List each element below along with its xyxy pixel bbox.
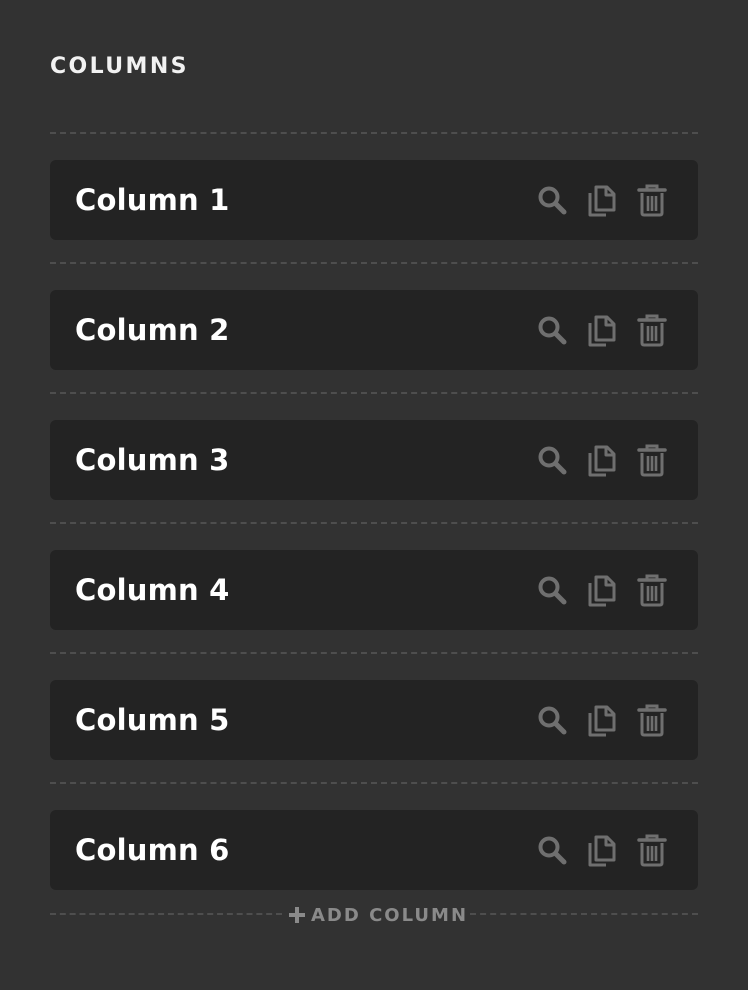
row-actions: [534, 312, 670, 348]
search-icon[interactable]: [534, 312, 570, 348]
row-actions: [534, 702, 670, 738]
copy-icon[interactable]: [584, 312, 620, 348]
trash-icon[interactable]: [634, 182, 670, 218]
search-icon[interactable]: [534, 702, 570, 738]
divider: [50, 782, 698, 784]
column-label: Column 3: [75, 443, 230, 477]
add-column-button[interactable]: ADD COLUMN: [288, 903, 468, 927]
copy-icon[interactable]: [584, 442, 620, 478]
add-column-label: ADD COLUMN: [311, 904, 469, 926]
search-icon[interactable]: [534, 832, 570, 868]
search-icon[interactable]: [534, 442, 570, 478]
copy-icon[interactable]: [584, 702, 620, 738]
divider: [50, 652, 698, 654]
section-title: COLUMNS: [50, 54, 189, 79]
row-actions: [534, 572, 670, 608]
divider: [470, 913, 698, 915]
add-column-row: ADD COLUMN: [50, 903, 698, 927]
search-icon[interactable]: [534, 572, 570, 608]
row-actions: [534, 182, 670, 218]
column-row-5[interactable]: Column 5: [50, 680, 698, 760]
column-label: Column 2: [75, 313, 230, 347]
trash-icon[interactable]: [634, 832, 670, 868]
column-label: Column 5: [75, 703, 230, 737]
plus-icon: [289, 907, 305, 923]
column-row-6[interactable]: Column 6: [50, 810, 698, 890]
column-label: Column 1: [75, 183, 230, 217]
row-actions: [534, 442, 670, 478]
copy-icon[interactable]: [584, 572, 620, 608]
column-row-2[interactable]: Column 2: [50, 290, 698, 370]
column-label: Column 6: [75, 833, 230, 867]
trash-icon[interactable]: [634, 572, 670, 608]
copy-icon[interactable]: [584, 832, 620, 868]
trash-icon[interactable]: [634, 702, 670, 738]
divider: [50, 392, 698, 394]
divider: [50, 913, 282, 915]
column-row-1[interactable]: Column 1: [50, 160, 698, 240]
divider: [50, 132, 698, 134]
divider: [50, 522, 698, 524]
column-label: Column 4: [75, 573, 230, 607]
divider: [50, 262, 698, 264]
row-actions: [534, 832, 670, 868]
trash-icon[interactable]: [634, 312, 670, 348]
search-icon[interactable]: [534, 182, 570, 218]
column-row-4[interactable]: Column 4: [50, 550, 698, 630]
copy-icon[interactable]: [584, 182, 620, 218]
column-row-3[interactable]: Column 3: [50, 420, 698, 500]
trash-icon[interactable]: [634, 442, 670, 478]
